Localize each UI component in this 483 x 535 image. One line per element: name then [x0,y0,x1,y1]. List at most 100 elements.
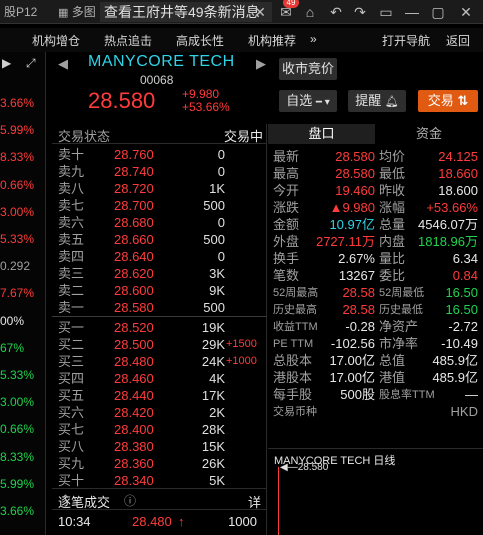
stat-value: ▲9.980 [329,200,375,215]
bid-row[interactable]: 买五 28.440 17K [52,387,267,404]
bid-price: 28.480 [114,354,154,369]
next-stock-icon[interactable]: ▶ [256,56,266,72]
stat-value: -2.72 [448,319,478,334]
stat-label: 金额 [273,217,300,232]
tab-multi-chart[interactable]: ▦ 多图 [54,2,96,22]
strip-percent-value: 5.99% [0,476,35,491]
ask-row[interactable]: 卖四 28.640 0 [52,248,267,265]
stat-label: 委比 [379,268,406,283]
detail-button[interactable]: 详 [248,492,261,511]
stat-label: 收益TTM [273,321,318,333]
strip-percent-value: 7.67% [0,286,35,301]
daily-chart[interactable]: MANYCORE TECH 日线 ◀—28.580 [268,448,483,535]
bid-row[interactable]: 买十 28.340 5K [52,472,267,489]
undo-icon[interactable]: ↶ [326,2,346,22]
stat-row: 收益TTM -0.28 净资产 -2.72 [268,319,483,335]
stat-value: -0.28 [345,319,375,334]
tab-quote[interactable]: 盘口 [268,124,375,144]
ask-row[interactable]: 卖七 28.700 500 [52,197,267,214]
bid-level-label: 买一 [58,320,85,335]
ask-row[interactable]: 卖一 28.580 500 [52,299,267,316]
close-icon[interactable]: ✕ [250,2,270,22]
ask-price: 28.680 [114,215,154,230]
bid-level-label: 买三 [58,354,85,369]
menu-hot-tracking[interactable]: 热点追击 [104,32,152,49]
bid-row[interactable]: 买二 28.500 29K +1500 [52,336,267,353]
bid-row[interactable]: 买三 28.480 24K +1000 [52,353,267,370]
tab-stock[interactable]: 股P12 [0,2,40,22]
ask-volume: 0 [217,215,225,230]
stat-value: 18.600 [438,183,478,198]
stat-value: 16.50 [445,302,478,317]
stat-label: 内盘 [379,234,406,249]
menu-institution-recommend[interactable]: 机构推荐 [248,32,296,49]
stat-value: 2.67% [338,251,375,266]
stat-value: 18.660 [438,166,478,181]
stat-label: 笔数 [273,268,300,283]
bid-row[interactable]: 买一 28.520 19K [52,319,267,336]
stat-label: 最新 [273,149,300,164]
stat-label: 市净率 [379,336,419,351]
ask-row[interactable]: 卖九 28.740 0 [52,163,267,180]
bid-volume: 24K [201,354,225,369]
chart-last-arrow: ◀— [280,462,298,473]
bid-row[interactable]: 买六 28.420 2K [52,404,267,421]
menu-open-navigation[interactable]: 打开导航 [382,32,430,49]
menu-institution-increase[interactable]: 机构增仓 [32,32,80,49]
menu-high-growth[interactable]: 高成长性 [176,32,224,49]
ask-row[interactable]: 卖二 28.600 9K [52,282,267,299]
bid-row[interactable]: 买七 28.400 28K [52,421,267,438]
bid-volume-delta: +1500 [226,338,257,350]
menu-more[interactable]: » [310,32,317,46]
watchlist-button[interactable]: 自选 ━ ▾ [279,90,337,112]
prev-stock-icon[interactable]: ◀ [58,56,68,72]
window-close-icon[interactable]: ✕ [456,2,476,22]
closing-auction-button[interactable]: 收市竞价 [279,58,337,80]
ask-row[interactable]: 卖三 28.620 3K [52,265,267,282]
home-icon[interactable]: ⌂ [300,2,320,22]
expand-icon[interactable]: ⤢ [26,56,36,71]
bid-row[interactable]: 买八 28.380 15K [52,438,267,455]
stat-row: 换手 2.67% 量比 6.34 [268,251,483,267]
quote-stats: 盘口 资金 最新 28.580 均价 24.125 最高 28.580 最低 18.660 今开… [268,124,483,454]
order-book: 交易状态 交易中 卖十 28.760 0 卖九 28.740 0 卖八 28.720 1K 卖七 2… [52,124,267,535]
stat-value: 24.125 [438,149,478,164]
menu-back[interactable]: 返回 [446,32,470,49]
trade-button[interactable]: 交易 ⇅ [418,90,478,112]
tab-fund[interactable]: 资金 [375,124,483,144]
stat-value: 6.34 [452,251,478,266]
strip-percent-value: 0.66% [0,422,35,437]
trade-label: 交易 [427,93,454,108]
stat-value: 4546.07万 [418,217,478,232]
redo-icon[interactable]: ↷ [350,2,370,22]
bid-price: 28.340 [114,473,154,488]
ask-level-label: 卖二 [58,283,85,298]
ask-row[interactable]: 卖十 28.760 0 [52,146,267,163]
alert-button[interactable]: 提醒 🔔︎ [348,90,406,112]
ask-price: 28.760 [114,147,154,162]
stat-row: 金额 10.97亿 总量 4546.07万 [268,217,483,233]
window-menu-icon[interactable]: ▭ [376,2,396,22]
bid-row[interactable]: 买九 28.360 26K [52,455,267,472]
stat-label: 历史最高 [273,304,317,316]
tab-news[interactable]: 查看王府井等49条新消息 [100,2,272,22]
ask-row[interactable]: 卖八 28.720 1K [52,180,267,197]
stat-value: 17.00亿 [329,370,375,385]
watchlist-label: 自选 [286,93,313,108]
bid-price: 28.380 [114,439,154,454]
trading-status-row: 交易状态 交易中 [52,124,267,144]
bid-volume-delta: +1000 [226,355,257,367]
stat-label: 总值 [379,353,406,368]
info-icon[interactable]: ⓘ [124,492,136,509]
minimize-icon[interactable]: — [402,2,422,22]
ask-row[interactable]: 卖五 28.660 500 [52,231,267,248]
collapse-arrow-icon[interactable]: ▶ [2,56,11,70]
bid-volume: 29K [201,337,225,352]
ask-row[interactable]: 卖六 28.680 0 [52,214,267,231]
maximize-icon[interactable]: ▢ [428,2,448,22]
bid-row[interactable]: 买四 28.460 4K [52,370,267,387]
strip-percent-value: 00% [0,313,25,328]
trading-status-value: 交易中 [223,129,263,144]
strip-percent-value: 3.66% [0,96,35,110]
time-and-sales-title: 逐笔成交 [58,495,111,510]
